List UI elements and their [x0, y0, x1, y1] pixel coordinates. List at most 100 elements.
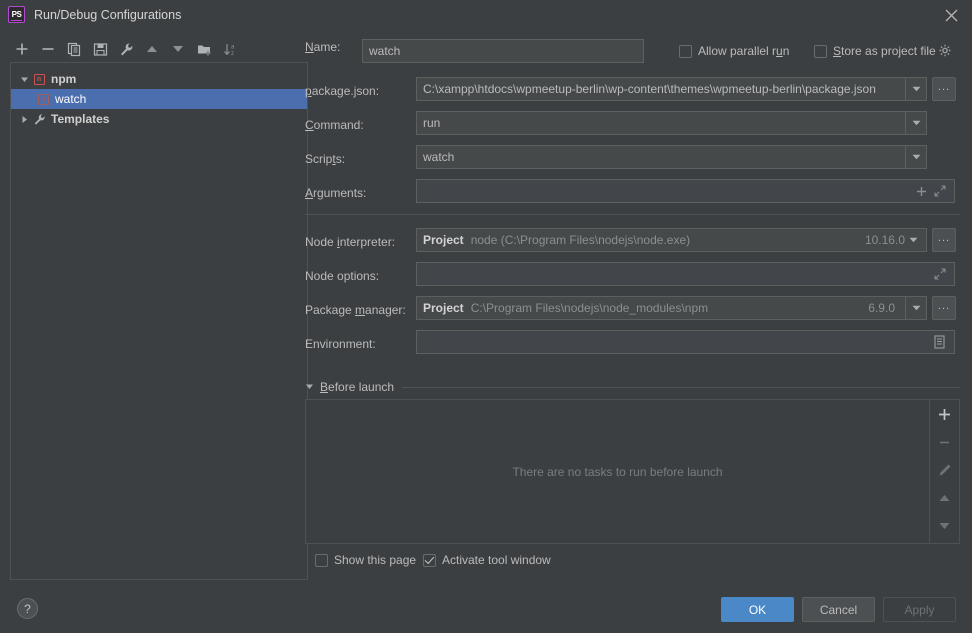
show-this-page-label: Show this page	[334, 553, 417, 567]
before-launch-collapse-icon[interactable]	[305, 380, 314, 394]
activate-tool-window-label: Activate tool window	[442, 553, 551, 567]
chevron-down-icon[interactable]	[905, 297, 926, 319]
tree-node-label: Templates	[51, 112, 110, 126]
checkbox-box	[423, 553, 436, 567]
arguments-input[interactable]	[416, 179, 955, 203]
chevron-down-icon[interactable]	[905, 112, 926, 134]
before-launch-panel: There are no tasks to run before launch	[305, 399, 960, 544]
package-json-browse-button[interactable]: ...	[932, 77, 956, 101]
package-manager-row: Package manager:	[305, 303, 406, 317]
environment-label: Environment:	[305, 337, 376, 351]
chevron-down-icon[interactable]	[905, 146, 926, 168]
package-manager-combo[interactable]: Project C:\Program Files\nodejs\node_mod…	[416, 296, 927, 320]
tree-node-label: npm	[51, 72, 77, 86]
environment-row: Environment:	[305, 337, 376, 351]
remove-configuration-button[interactable]	[36, 37, 60, 61]
before-launch-side-toolbar	[929, 400, 959, 543]
node-interpreter-version: 10.16.0	[864, 233, 905, 247]
sort-configurations-button[interactable]: a z	[218, 37, 242, 61]
name-input[interactable]: watch	[362, 39, 644, 63]
environment-input[interactable]	[416, 330, 955, 354]
before-launch-divider	[402, 386, 960, 388]
move-up-button[interactable]	[140, 37, 164, 61]
allow-parallel-run-checkbox[interactable]: Allow parallel run	[679, 44, 789, 58]
node-interpreter-scope: Project	[423, 233, 464, 247]
name-input-value: watch	[369, 44, 401, 58]
package-manager-version: 6.9.0	[868, 301, 895, 315]
move-task-up-button[interactable]	[938, 490, 951, 506]
gear-icon[interactable]	[938, 44, 952, 61]
allow-parallel-run-label: Allow parallel run	[698, 44, 790, 58]
node-options-row: Node options:	[305, 269, 379, 283]
wrench-icon	[31, 111, 47, 127]
command-combo[interactable]: run	[416, 111, 927, 135]
npm-icon: n	[35, 91, 51, 107]
node-interpreter-control: Project node (C:\Program Files\nodejs\no…	[416, 228, 956, 252]
configurations-tree[interactable]: n npm n watch Templates	[10, 62, 308, 580]
package-manager-browse-button[interactable]: ...	[932, 296, 956, 320]
move-down-button[interactable]	[166, 37, 190, 61]
tree-node-npm[interactable]: n npm	[11, 69, 307, 89]
chevron-down-icon[interactable]	[909, 237, 920, 243]
remove-task-button[interactable]	[938, 434, 951, 450]
store-as-project-file-label: Store as project file	[833, 44, 936, 58]
package-json-label: package.json:	[305, 84, 380, 98]
save-configuration-button[interactable]	[88, 37, 112, 61]
arguments-label: Arguments:	[305, 186, 367, 200]
checkbox-box	[814, 44, 827, 58]
chevron-down-icon[interactable]	[905, 78, 926, 100]
command-row: Command:	[305, 118, 364, 132]
package-manager-value: C:\Program Files\nodejs\node_modules\npm	[470, 301, 709, 315]
package-json-combo[interactable]: C:\xampp\htdocs\wpmeetup-berlin\wp-conte…	[416, 77, 927, 101]
cancel-button[interactable]: Cancel	[802, 597, 875, 622]
ok-button[interactable]: OK	[721, 597, 794, 622]
npm-icon: n	[31, 71, 47, 87]
package-manager-control: Project C:\Program Files\nodejs\node_mod…	[416, 296, 956, 320]
edit-task-button[interactable]	[938, 462, 952, 478]
node-options-input[interactable]	[416, 262, 955, 286]
before-launch-empty-message: There are no tasks to run before launch	[512, 464, 723, 479]
phpstorm-logo-icon: PS	[8, 6, 25, 23]
apply-button[interactable]: Apply	[883, 597, 956, 622]
package-manager-scope: Project	[423, 301, 464, 315]
add-task-button[interactable]	[938, 406, 951, 422]
tree-node-templates[interactable]: Templates	[11, 109, 307, 129]
store-as-project-file-checkbox[interactable]: Store as project file	[814, 44, 936, 58]
arguments-row: Arguments:	[305, 186, 366, 200]
move-task-down-button[interactable]	[938, 518, 951, 534]
node-options-expand-icon[interactable]	[934, 268, 946, 280]
package-json-row: package.json:	[305, 84, 379, 98]
tree-node-watch[interactable]: n watch	[11, 89, 307, 109]
checkbox-box	[679, 44, 692, 58]
arguments-add-icon[interactable]	[916, 186, 927, 197]
arguments-expand-icon[interactable]	[934, 185, 946, 197]
copy-configuration-button[interactable]	[62, 37, 86, 61]
help-button[interactable]: ?	[17, 598, 38, 619]
node-interpreter-combo[interactable]: Project node (C:\Program Files\nodejs\no…	[416, 228, 927, 252]
close-icon[interactable]	[942, 6, 960, 24]
command-label: Command:	[305, 118, 364, 132]
dialog-title: Run/Debug Configurations	[34, 7, 182, 22]
new-folder-button[interactable]	[192, 37, 216, 61]
title-bar: PS Run/Debug Configurations	[0, 0, 972, 29]
before-launch-header[interactable]: Before launch	[305, 380, 960, 394]
wrench-icon[interactable]	[114, 37, 138, 61]
run-debug-configurations-dialog: PS Run/Debug Configurations a z n npm n …	[0, 0, 972, 633]
expand-collapse-icon[interactable]	[17, 72, 31, 86]
expand-collapse-icon[interactable]	[17, 112, 31, 126]
show-this-page-checkbox[interactable]: Show this page	[315, 553, 416, 567]
before-launch-title: Before launch	[320, 380, 395, 394]
section-divider	[305, 214, 960, 215]
activate-tool-window-checkbox[interactable]: Activate tool window	[423, 553, 551, 567]
add-configuration-button[interactable]	[10, 37, 34, 61]
scripts-combo[interactable]: watch	[416, 145, 927, 169]
checkbox-box	[315, 553, 328, 567]
scripts-value: watch	[423, 150, 455, 164]
list-editor-icon[interactable]	[933, 335, 946, 349]
app-icon-text: PS	[11, 10, 22, 19]
package-json-value: C:\xampp\htdocs\wpmeetup-berlin\wp-conte…	[423, 82, 876, 96]
package-json-control: C:\xampp\htdocs\wpmeetup-berlin\wp-conte…	[416, 77, 956, 101]
node-interpreter-browse-button[interactable]: ...	[932, 228, 956, 252]
svg-text:a: a	[231, 44, 235, 50]
scripts-row: Scripts:	[305, 152, 345, 166]
